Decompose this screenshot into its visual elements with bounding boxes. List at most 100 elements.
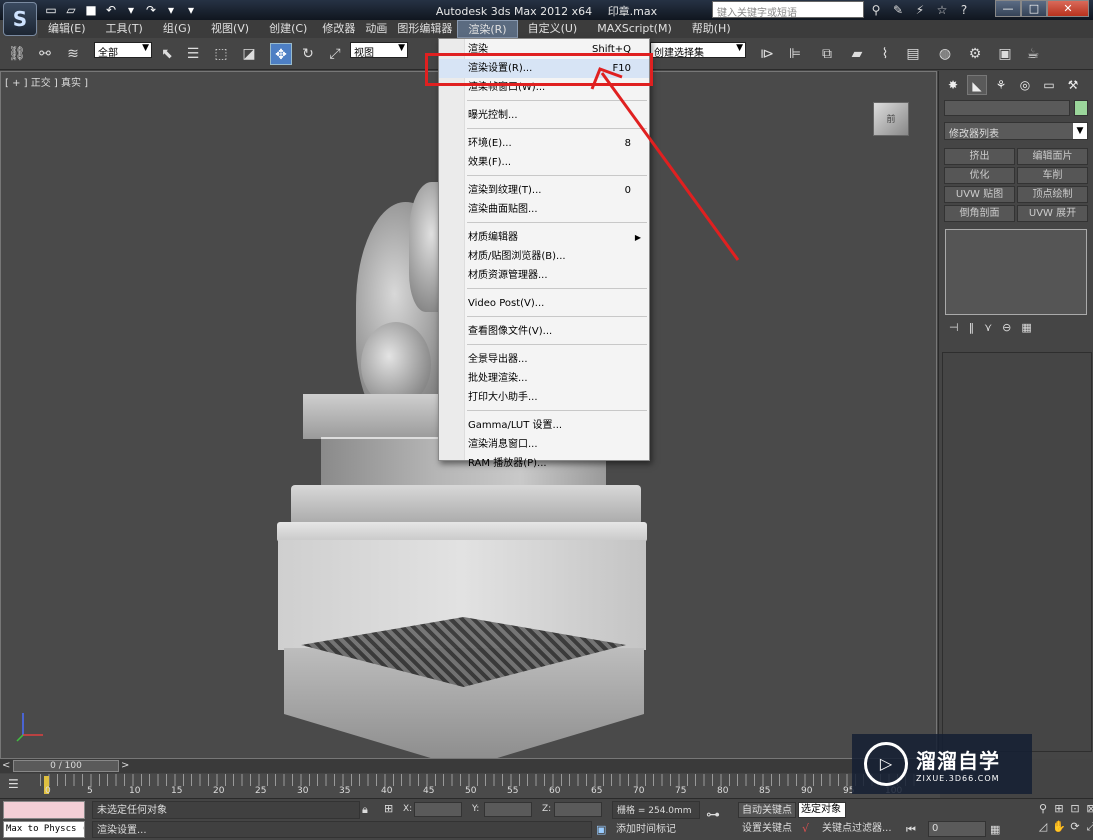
select-object-icon[interactable]: ⬉ <box>156 43 178 65</box>
mirror-icon[interactable]: ⧐ <box>756 43 778 65</box>
absolute-mode-icon[interactable]: ⊞ <box>384 802 393 815</box>
remove-modifier-icon[interactable]: ⊖ <box>1002 321 1011 334</box>
link-icon[interactable]: ⛓ <box>6 43 28 65</box>
pan-icon[interactable]: ✋ <box>1052 820 1066 836</box>
time-slider-thumb[interactable]: 0 / 100 <box>13 760 119 772</box>
create-tab-icon[interactable]: ✸ <box>943 75 963 95</box>
redo-icon[interactable]: ↷ <box>144 3 158 17</box>
make-unique-icon[interactable]: ⋎ <box>984 321 992 334</box>
time-slider[interactable]: < 0 / 100 > <box>0 759 937 773</box>
utilities-tab-icon[interactable]: ⚒ <box>1063 75 1083 95</box>
star-icon[interactable]: ☆ <box>934 2 950 18</box>
key-filter-selection-dropdown[interactable]: 选定对象 <box>798 802 846 818</box>
motion-tab-icon[interactable]: ◎ <box>1015 75 1035 95</box>
undo-icon[interactable]: ↶ <box>104 3 118 17</box>
maxscript-input[interactable]: Max to Physcs ( <box>3 821 85 838</box>
pin-stack-icon[interactable]: ⊣ <box>949 321 959 334</box>
hierarchy-tab-icon[interactable]: ⚘ <box>991 75 1011 95</box>
unwrap-uvw-button[interactable]: UVW 展开 <box>1017 205 1088 222</box>
render-production-icon[interactable]: ☕ <box>1022 43 1044 65</box>
vertex-paint-button[interactable]: 顶点绘制 <box>1017 186 1088 203</box>
close-button[interactable]: ✕ <box>1047 0 1089 17</box>
object-color-swatch[interactable] <box>1074 100 1088 116</box>
reference-coord-dropdown[interactable]: 视图 ▼ <box>350 42 408 59</box>
display-tab-icon[interactable]: ▭ <box>1039 75 1059 95</box>
time-config-icon[interactable]: ▦ <box>990 823 1000 836</box>
configure-sets-icon[interactable]: ▦ <box>1021 321 1031 334</box>
communication-icon[interactable]: ⚡ <box>912 2 928 18</box>
lathe-button[interactable]: 车削 <box>1017 167 1088 184</box>
edit-patch-button[interactable]: 编辑面片 <box>1017 148 1088 165</box>
customize-dropdown-icon[interactable]: ▾ <box>184 3 198 17</box>
time-slider-next-icon[interactable]: > <box>121 760 133 772</box>
zoom-extents-icon[interactable]: ⊡ <box>1068 802 1082 818</box>
menu-item[interactable]: 查看图像文件(V)... <box>439 322 649 341</box>
layer-manager-icon[interactable]: ⧉ <box>816 43 838 65</box>
field-of-view-icon[interactable]: ◿ <box>1036 820 1050 836</box>
tools-icon[interactable]: ✎ <box>890 2 906 18</box>
bind-space-warp-icon[interactable]: ≋ <box>62 43 84 65</box>
zoom-icon[interactable]: ⚲ <box>1036 802 1050 818</box>
modifier-list-dropdown[interactable]: 修改器列表 ▼ <box>944 122 1088 140</box>
minimize-button[interactable]: — <box>995 0 1021 17</box>
curve-editor-icon[interactable]: ⌇ <box>874 43 896 65</box>
viewcube[interactable]: 前 <box>873 102 909 136</box>
select-and-scale-icon[interactable]: ⤢ <box>324 43 346 65</box>
save-icon[interactable]: ■ <box>84 3 98 17</box>
menu-graph-editors[interactable]: 图形编辑器 <box>392 20 457 38</box>
redo-dropdown-icon[interactable]: ▾ <box>164 3 178 17</box>
menu-item[interactable]: 全景导出器... <box>439 350 649 369</box>
viewport-label[interactable]: [ + ] 正交 ] 真实 ] <box>5 74 88 89</box>
menu-item[interactable]: 打印大小助手... <box>439 388 649 407</box>
menu-customize[interactable]: 自定义(U) <box>518 20 588 38</box>
z-coord-field[interactable] <box>554 802 602 817</box>
menu-rendering[interactable]: 渲染(R) <box>457 20 518 38</box>
modify-tab-icon[interactable]: ◣ <box>967 75 987 95</box>
auto-key-button[interactable]: 自动关键点 <box>738 802 796 818</box>
rendered-frame-window-icon[interactable]: ▣ <box>994 43 1016 65</box>
unlink-icon[interactable]: ⚯ <box>34 43 56 65</box>
menu-group[interactable]: 组(G) <box>153 20 201 38</box>
binoculars-icon[interactable]: ⚲ <box>868 2 884 18</box>
orbit-icon[interactable]: ⟳ <box>1068 820 1082 836</box>
menu-item[interactable]: 批处理渲染... <box>439 369 649 388</box>
render-setup-icon[interactable]: ⚙ <box>964 43 986 65</box>
menu-modifiers[interactable]: 修改器 <box>317 20 360 38</box>
rectangular-selection-icon[interactable]: ⬚ <box>210 43 232 65</box>
menu-create[interactable]: 创建(C) <box>259 20 317 38</box>
selection-filter-dropdown[interactable]: 全部 ▼ <box>94 42 152 59</box>
modifier-stack[interactable] <box>945 229 1087 315</box>
menu-animation[interactable]: 动画 <box>360 20 392 38</box>
zoom-all-icon[interactable]: ⊞ <box>1052 802 1066 818</box>
lock-selection-icon[interactable]: 🔒︎ <box>362 803 368 817</box>
key-mode-toggle-icon[interactable]: ⏮ <box>906 823 916 837</box>
optimize-button[interactable]: 优化 <box>944 167 1015 184</box>
help-search-input[interactable]: 键入关键字或短语 <box>712 1 864 19</box>
maxscript-listener-mini[interactable] <box>3 801 85 819</box>
window-crossing-icon[interactable]: ◪ <box>238 43 260 65</box>
mini-curve-editor-icon[interactable]: ☰ <box>8 777 19 791</box>
menu-views[interactable]: 视图(V) <box>201 20 259 38</box>
help-icon[interactable]: ? <box>956 2 972 18</box>
material-editor-icon[interactable]: ◍ <box>934 43 956 65</box>
new-file-icon[interactable]: ▭ <box>44 3 58 17</box>
current-frame-field[interactable]: 0 <box>928 821 986 837</box>
menu-item[interactable]: Video Post(V)... <box>439 294 649 313</box>
show-end-result-icon[interactable]: ‖ <box>969 321 975 334</box>
select-and-rotate-icon[interactable]: ↻ <box>297 43 319 65</box>
menu-item[interactable]: Gamma/LUT 设置... <box>439 416 649 435</box>
select-by-name-icon[interactable]: ☰ <box>182 43 204 65</box>
undo-dropdown-icon[interactable]: ▾ <box>124 3 138 17</box>
y-coord-field[interactable] <box>484 802 532 817</box>
extrude-button[interactable]: 挤出 <box>944 148 1015 165</box>
key-mode-icon[interactable]: √ <box>802 822 809 835</box>
graphite-tools-icon[interactable]: ▰ <box>846 43 868 65</box>
app-logo-button[interactable]: S <box>3 2 37 36</box>
uvw-map-button[interactable]: UVW 贴图 <box>944 186 1015 203</box>
object-name-field[interactable] <box>944 100 1070 116</box>
maximize-viewport-icon[interactable]: ⤢ <box>1084 820 1093 836</box>
open-file-icon[interactable]: ▱ <box>64 3 78 17</box>
add-time-tag-icon[interactable]: ▣ <box>596 823 606 836</box>
key-filters-button[interactable]: 关键点过滤器... <box>822 821 892 837</box>
menu-item[interactable]: RAM 播放器(P)... <box>439 454 649 473</box>
